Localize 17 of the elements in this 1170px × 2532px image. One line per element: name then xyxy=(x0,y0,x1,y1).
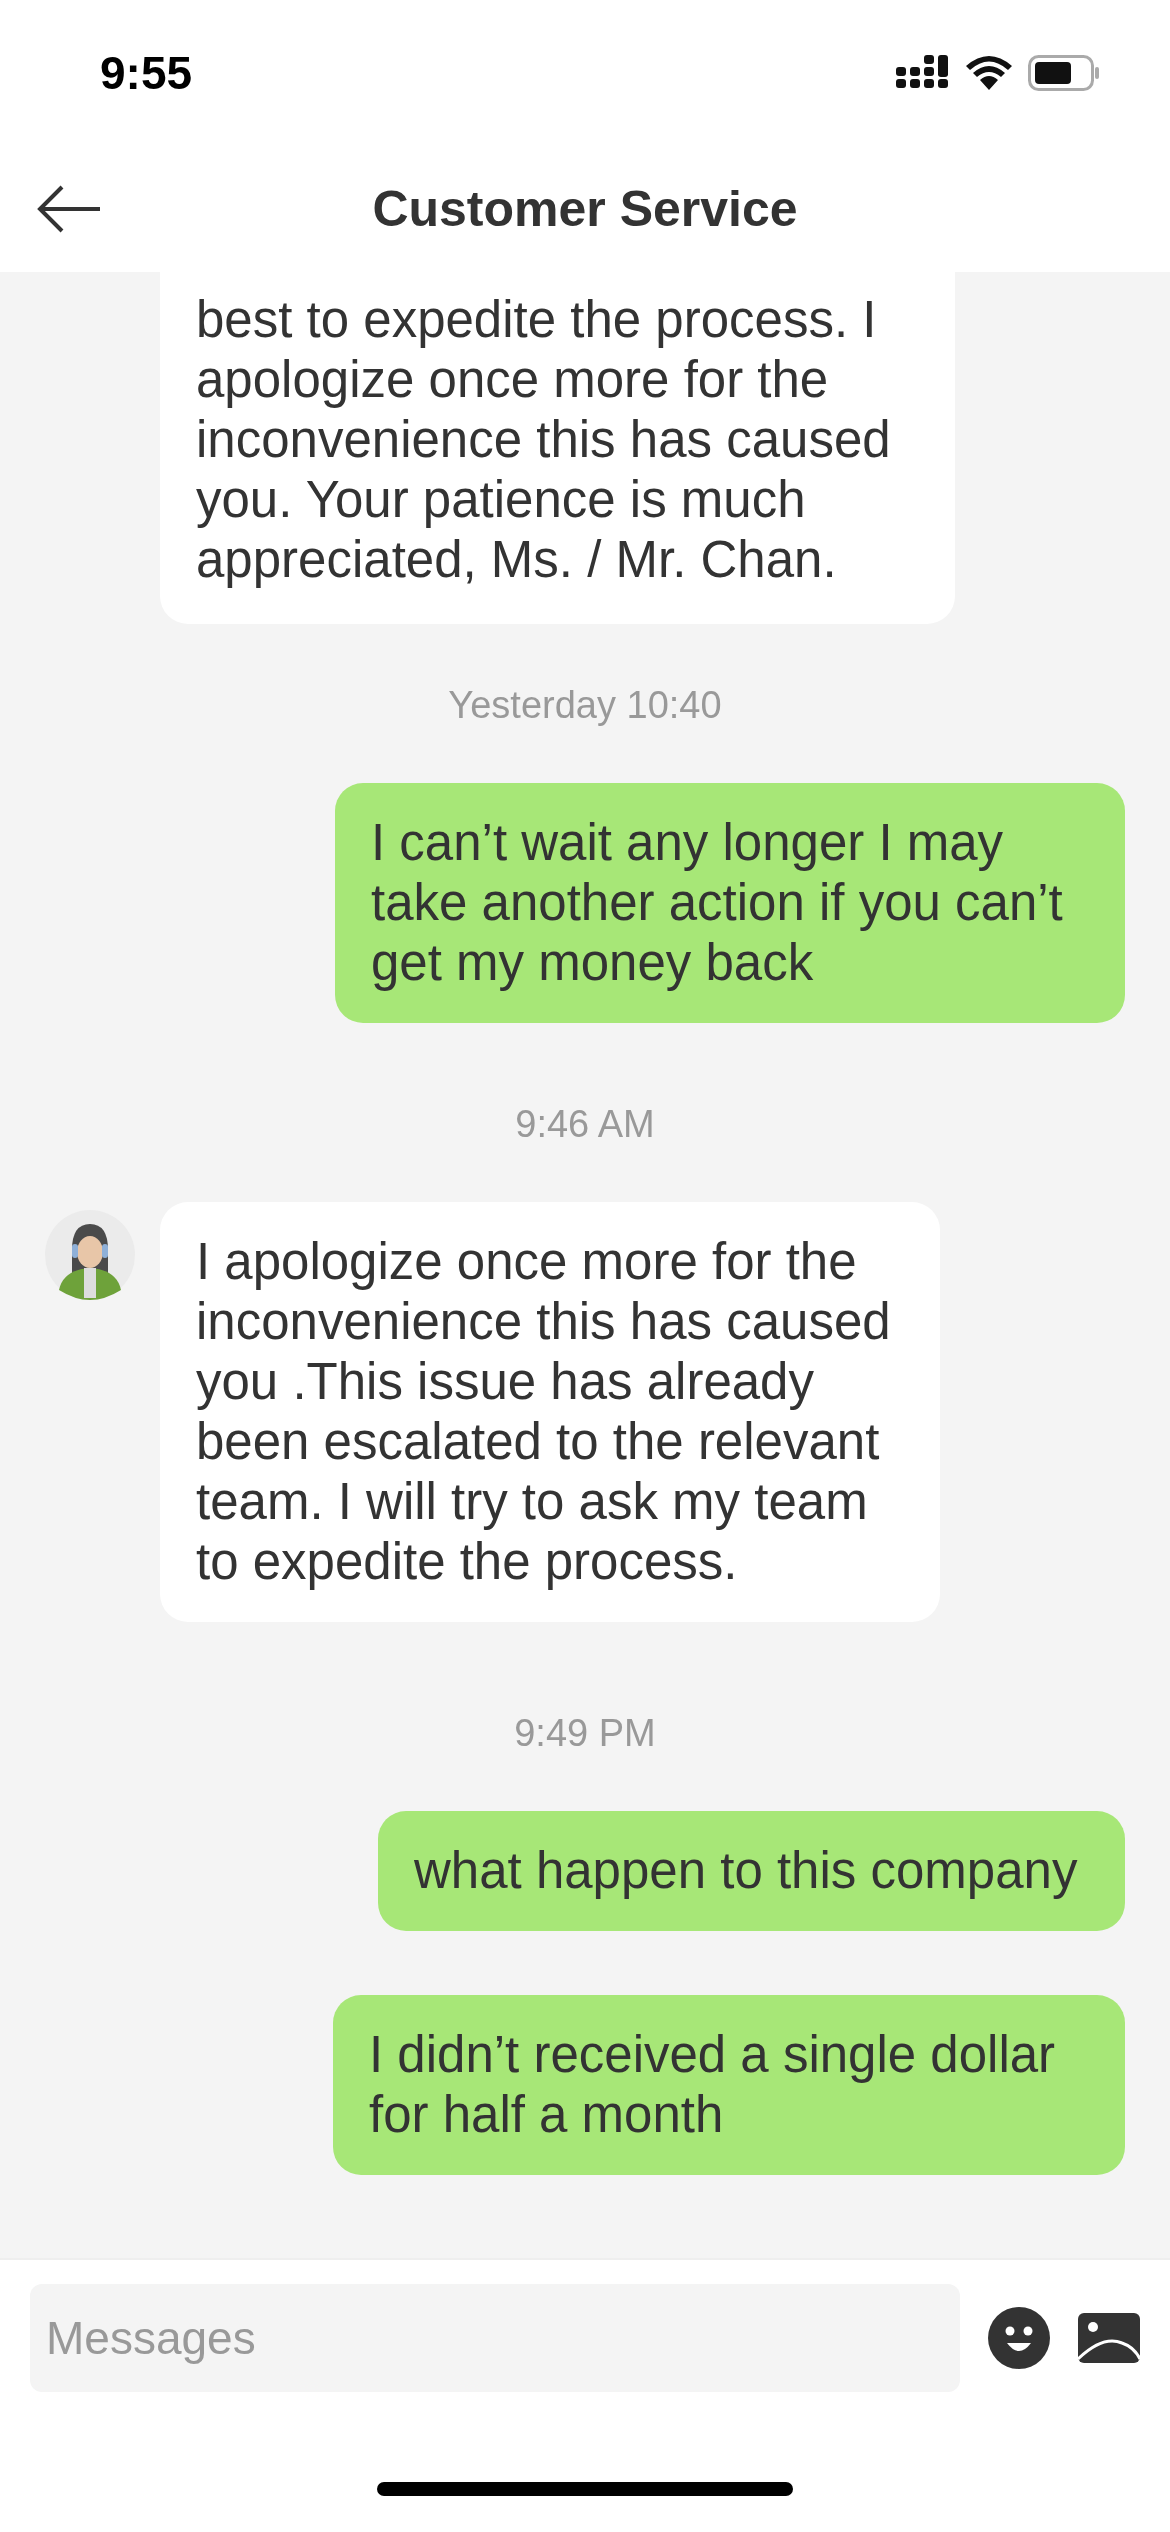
back-button[interactable] xyxy=(36,183,102,234)
wifi-icon xyxy=(966,55,1012,90)
incoming-message: best to expedite the process. I apologize once more for the inconvenience this has caused you. Your patience is much appreciated, Ms. / Mr. Chan. xyxy=(160,272,955,624)
screen-title: Customer Service xyxy=(371,179,799,238)
incoming-message: I apologize once more for the inconvenience this has caused you .This issue has already been escalated to the relevant team. I will try to ask my team to expedite the process. xyxy=(160,1202,940,1622)
signal-icon xyxy=(896,54,950,91)
battery-icon xyxy=(1028,54,1100,91)
image-button[interactable] xyxy=(1078,2312,1140,2363)
status-time: 9:55 xyxy=(100,45,193,100)
timestamp: Yesterday 10:40 xyxy=(447,684,723,727)
outgoing-message: I can’t wait any longer I may take another action if you can’t get my money back xyxy=(335,783,1125,1023)
outgoing-message: I didn’t received a single dollar for half a month xyxy=(333,1995,1125,2175)
outgoing-message: what happen to this company xyxy=(378,1811,1125,1931)
emoji-button[interactable] xyxy=(988,2306,1050,2369)
timestamp: 9:49 PM xyxy=(513,1712,657,1755)
timestamp: 9:46 AM xyxy=(514,1103,656,1146)
message-input-field[interactable]: Messages xyxy=(30,2283,960,2392)
